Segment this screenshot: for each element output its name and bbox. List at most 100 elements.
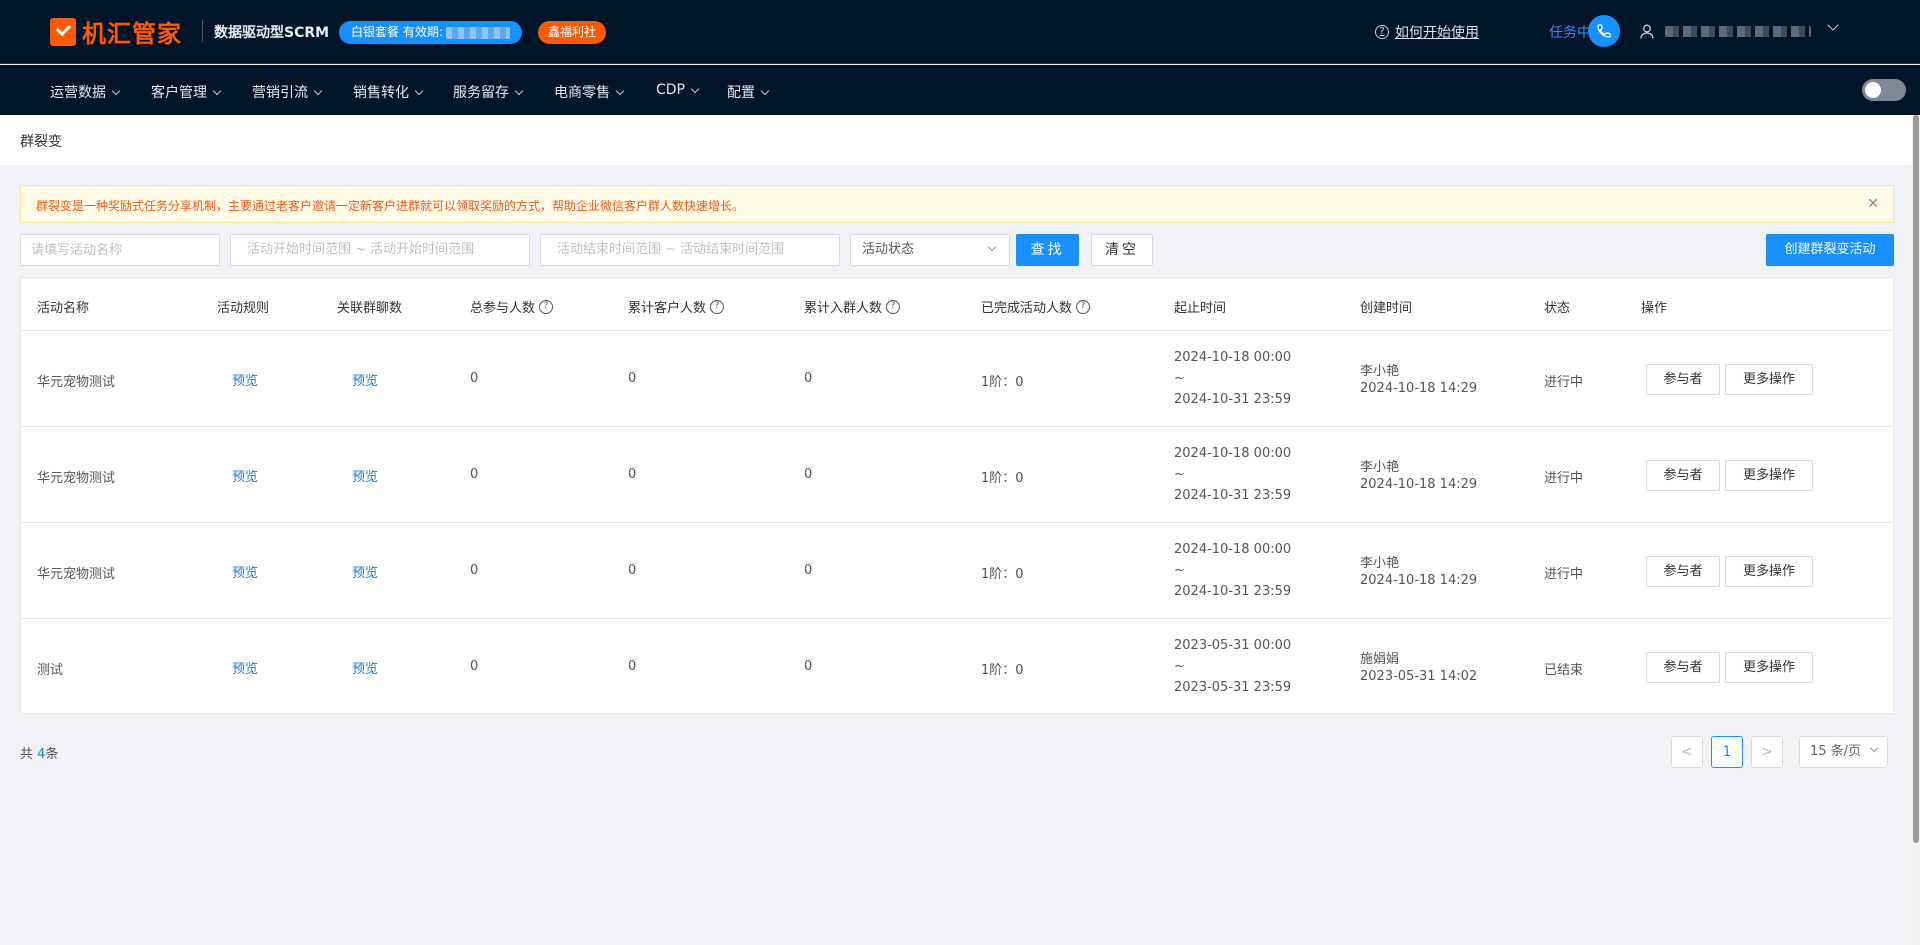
total-customers: 0 <box>628 659 637 674</box>
created-time: 2023-05-31 14:02 <box>1360 669 1478 684</box>
column-header-created: 创建时间 <box>1360 297 1412 316</box>
participants-button[interactable]: 参与者 <box>1646 556 1720 587</box>
nav-item-customer-management[interactable]: 客户管理 <box>151 82 222 102</box>
period-separator: ~ <box>1174 659 1185 674</box>
nav-item-service-retention[interactable]: 服务留存 <box>453 82 524 102</box>
page-button-1[interactable]: 1 <box>1711 736 1743 768</box>
question-circle-icon[interactable]: ? <box>1076 299 1091 314</box>
more-actions-button[interactable]: 更多操作 <box>1725 460 1813 491</box>
close-icon[interactable]: ✕ <box>1867 196 1879 212</box>
user-icon <box>1640 24 1654 39</box>
total-joined: 0 <box>804 371 813 386</box>
total-participants: 0 <box>470 659 479 674</box>
column-header-status: 状态 <box>1544 297 1570 316</box>
chevron-down-icon <box>313 86 323 95</box>
completed-count: 1阶：0 <box>981 567 1024 582</box>
activity-status-select[interactable]: 活动状态 <box>850 234 1010 266</box>
rule-preview-link[interactable]: 预览 <box>232 658 258 677</box>
groups-preview-link[interactable]: 预览 <box>352 562 378 581</box>
start-time-range-picker[interactable]: 活动开始时间范围 ~ 活动开始时间范围 <box>230 234 530 266</box>
redacted-username[interactable] <box>1665 26 1811 37</box>
product-name: 数据驱动型SCRM <box>214 25 330 41</box>
total-customers: 0 <box>628 467 637 482</box>
chevron-down-icon <box>1869 743 1879 753</box>
table-row: 华元宠物测试 预览 预览 0 0 0 1阶：0 2024-10-18 00:00… <box>21 331 1893 427</box>
create-activity-button[interactable]: 创建群裂变活动 <box>1766 234 1894 266</box>
participants-button[interactable]: 参与者 <box>1646 460 1720 491</box>
column-label: 状态 <box>1544 301 1571 316</box>
activity-name-input[interactable] <box>20 234 220 266</box>
question-circle-icon[interactable]: ? <box>886 299 901 314</box>
nav-item-label: 客户管理 <box>151 85 207 101</box>
nav-item-label: 配置 <box>727 85 755 101</box>
total-participants: 0 <box>470 467 479 482</box>
plan-badge: 白银套餐 有效期: <box>339 21 522 44</box>
welfare-badge[interactable]: 鑫福利社 <box>538 21 607 44</box>
nav-item-label: 电商零售 <box>554 85 610 101</box>
redacted-date <box>445 26 510 39</box>
groups-preview-link[interactable]: 预览 <box>352 370 378 389</box>
end-time-range-picker[interactable]: 活动结束时间范围 ~ 活动结束时间范围 <box>540 234 840 266</box>
period-separator: ~ <box>1174 371 1185 386</box>
nav-item-ecommerce[interactable]: 电商零售 <box>554 82 625 102</box>
chevron-down-icon <box>414 86 424 95</box>
chevron-down-icon <box>514 86 524 95</box>
user-menu-chevron-down-icon[interactable] <box>1827 19 1839 31</box>
theme-toggle[interactable] <box>1862 79 1906 101</box>
more-actions-button[interactable]: 更多操作 <box>1725 364 1813 395</box>
brand-logo[interactable]: 机汇管家 <box>50 14 182 49</box>
nav-item-cdp[interactable]: CDP <box>656 82 700 98</box>
activity-name: 测试 <box>37 663 64 678</box>
column-header-period: 起止时间 <box>1174 297 1226 316</box>
nav-item-marketing[interactable]: 营销引流 <box>252 82 323 102</box>
rule-preview-link[interactable]: 预览 <box>232 370 258 389</box>
rule-preview-link[interactable]: 预览 <box>232 466 258 485</box>
phone-button[interactable] <box>1588 15 1620 47</box>
prev-page-button[interactable]: < <box>1671 736 1703 768</box>
logo-divider <box>202 20 203 42</box>
column-label: 已完成活动人数 <box>981 301 1073 316</box>
nav-item-settings[interactable]: 配置 <box>727 82 770 102</box>
chevron-down-icon <box>690 84 700 93</box>
column-header-completed: 已完成活动人数? <box>981 297 1091 316</box>
groups-preview-link[interactable]: 预览 <box>352 658 378 677</box>
phone-icon <box>1597 24 1611 38</box>
next-page-button[interactable]: > <box>1751 736 1783 768</box>
total-count: 共 4条 <box>20 743 58 762</box>
column-header-customers: 累计客户人数? <box>628 297 725 316</box>
table-row: 华元宠物测试 预览 预览 0 0 0 1阶：0 2024-10-18 00:00… <box>21 523 1893 619</box>
status-text: 进行中 <box>1544 567 1584 582</box>
total-participants: 0 <box>470 371 479 386</box>
period-separator: ~ <box>1174 563 1185 578</box>
chevron-down-icon <box>760 86 770 95</box>
total-customers: 0 <box>628 563 637 578</box>
nav-item-sales-conversion[interactable]: 销售转化 <box>353 82 424 102</box>
main-nav: 运营数据 客户管理 营销引流 销售转化 服务留存 电商零售 CDP 配置 <box>0 65 1920 115</box>
help-link[interactable]: ? 如何开始使用 <box>1375 22 1479 42</box>
column-label: 累计入群人数 <box>804 301 883 316</box>
table-header: 活动名称 活动规则 关联群聊数 总参与人数? 累计客户人数? 累计入群人数? 已… <box>21 278 1893 331</box>
column-label: 总参与人数 <box>470 301 536 316</box>
chevron-down-icon <box>111 86 121 95</box>
nav-item-operations-data[interactable]: 运营数据 <box>50 82 121 102</box>
question-circle-icon[interactable]: ? <box>710 299 725 314</box>
question-circle-icon[interactable]: ? <box>539 299 554 314</box>
groups-preview-link[interactable]: 预览 <box>352 466 378 485</box>
more-actions-button[interactable]: 更多操作 <box>1725 556 1813 587</box>
participants-button[interactable]: 参与者 <box>1646 652 1720 683</box>
info-alert: 群裂变是一种奖励式任务分享机制，主要通过老客户邀请一定新客户进群就可以领取奖励的… <box>20 185 1894 223</box>
participants-button[interactable]: 参与者 <box>1646 364 1720 395</box>
page-scrollbar[interactable] <box>1912 115 1920 945</box>
page-size-select[interactable]: 15 条/页 <box>1799 736 1888 768</box>
rule-preview-link[interactable]: 预览 <box>232 562 258 581</box>
column-label: 活动名称 <box>37 301 90 316</box>
clear-button[interactable]: 清空 <box>1091 234 1153 266</box>
column-label: 关联群聊数 <box>337 301 403 316</box>
more-actions-button[interactable]: 更多操作 <box>1725 652 1813 683</box>
total-suffix: 条 <box>45 747 59 762</box>
search-button[interactable]: 查找 <box>1016 234 1079 266</box>
alert-text: 群裂变是一种奖励式任务分享机制，主要通过老客户邀请一定新客户进群就可以领取奖励的… <box>36 199 745 213</box>
scrollbar-thumb[interactable] <box>1913 115 1919 843</box>
total-customers: 0 <box>628 371 637 386</box>
nav-item-label: 营销引流 <box>252 85 308 101</box>
